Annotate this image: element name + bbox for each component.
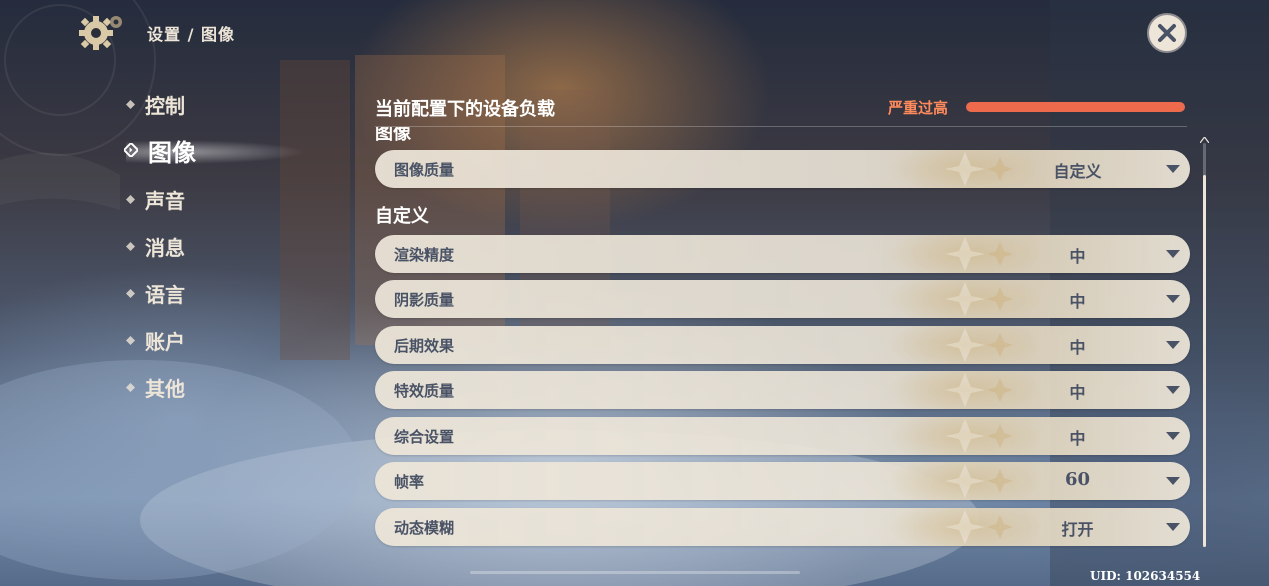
dropdown-shadow-quality[interactable]: 阴影质量 中	[375, 280, 1190, 318]
chevron-down-icon	[1166, 432, 1180, 440]
close-button[interactable]	[1147, 13, 1187, 53]
nav-item-graphics[interactable]: 图像	[124, 133, 196, 167]
nav-item-controls[interactable]: 控制	[126, 87, 185, 121]
device-load-status: 严重过高	[888, 99, 949, 117]
gear-icon	[79, 16, 122, 50]
dropdown-render-resolution[interactable]: 渲染精度 中	[375, 235, 1190, 273]
nav-item-label: 声音	[145, 188, 185, 213]
nav-item-other[interactable]: 其他	[126, 370, 185, 404]
section-title-custom: 自定义	[375, 206, 429, 227]
diamond-icon	[126, 241, 135, 251]
setting-value: 中	[1069, 292, 1086, 311]
nav-item-account[interactable]: 账户	[126, 323, 185, 357]
section-title-image: 图像	[375, 127, 411, 144]
star-ornament-icon	[945, 419, 1013, 453]
diamond-icon	[126, 99, 135, 109]
star-ornament-icon	[945, 510, 1013, 544]
chevron-down-icon	[1166, 165, 1180, 173]
device-load-bar	[966, 102, 1185, 112]
setting-label: 特效质量	[394, 382, 455, 400]
chevron-down-icon	[1166, 477, 1180, 485]
setting-label: 帧率	[394, 473, 425, 491]
chevron-down-icon	[1166, 341, 1180, 349]
setting-value: 60	[1064, 469, 1091, 490]
breadcrumb: 设置 / 图像	[147, 25, 235, 44]
nav-item-messages[interactable]: 消息	[126, 229, 185, 263]
close-icon	[1158, 24, 1176, 42]
nav-item-language[interactable]: 语言	[126, 276, 185, 310]
nav-item-label: 语言	[145, 282, 185, 307]
diamond-icon	[126, 382, 135, 392]
uid-label: UID: 102634554	[1090, 569, 1201, 583]
nav-item-label: 其他	[145, 376, 185, 401]
setting-value: 打开	[1061, 520, 1094, 539]
diamond-icon	[126, 194, 135, 204]
dropdown-frame-rate[interactable]: 帧率 60	[375, 462, 1190, 500]
nav-item-sound[interactable]: 声音	[126, 182, 185, 216]
nav-item-label: 控制	[145, 93, 185, 118]
device-load-bar-fill	[966, 102, 1185, 112]
bottom-indicator	[470, 571, 800, 574]
star-ornament-icon	[945, 152, 1013, 186]
star-ornament-icon	[945, 373, 1013, 407]
star-ornament-icon	[945, 464, 1013, 498]
setting-label: 渲染精度	[394, 246, 455, 264]
setting-value: 中	[1069, 338, 1086, 357]
device-load-title: 当前配置下的设备负载	[375, 99, 555, 120]
dropdown-post-processing[interactable]: 后期效果 中	[375, 326, 1190, 364]
chevron-down-icon	[1166, 295, 1180, 303]
chevron-down-icon	[1166, 523, 1180, 531]
setting-value: 中	[1069, 429, 1086, 448]
nav-item-label: 图像	[148, 138, 196, 167]
nav-item-label: 消息	[145, 235, 185, 260]
setting-label: 综合设置	[394, 428, 455, 446]
setting-label: 动态模糊	[394, 519, 455, 537]
diamond-icon	[126, 288, 135, 298]
setting-value: 自定义	[1053, 162, 1102, 181]
dropdown-overall-settings[interactable]: 综合设置 中	[375, 417, 1190, 455]
star-ornament-icon	[945, 237, 1013, 271]
setting-label: 阴影质量	[394, 291, 455, 309]
star-ornament-icon	[945, 282, 1013, 316]
diamond-outline-icon	[124, 143, 138, 157]
setting-label: 图像质量	[394, 161, 455, 179]
dropdown-image-quality[interactable]: 图像质量 自定义	[375, 150, 1190, 188]
nav-item-label: 账户	[145, 329, 185, 354]
chevron-down-icon	[1166, 386, 1180, 394]
dropdown-effects-quality[interactable]: 特效质量 中	[375, 371, 1190, 409]
scrollbar-thumb[interactable]	[1203, 175, 1206, 547]
settings-list[interactable]: 图像 图像质量 自定义 自定义 渲染精度 中 阴影质量 中 后期效果 中 特效质…	[370, 127, 1200, 550]
diamond-icon	[126, 335, 135, 345]
setting-label: 后期效果	[394, 337, 455, 355]
star-ornament-icon	[945, 328, 1013, 362]
setting-value: 中	[1069, 383, 1086, 402]
chevron-down-icon	[1166, 250, 1180, 258]
dropdown-motion-blur[interactable]: 动态模糊 打开	[375, 508, 1190, 546]
setting-value: 中	[1069, 247, 1086, 266]
